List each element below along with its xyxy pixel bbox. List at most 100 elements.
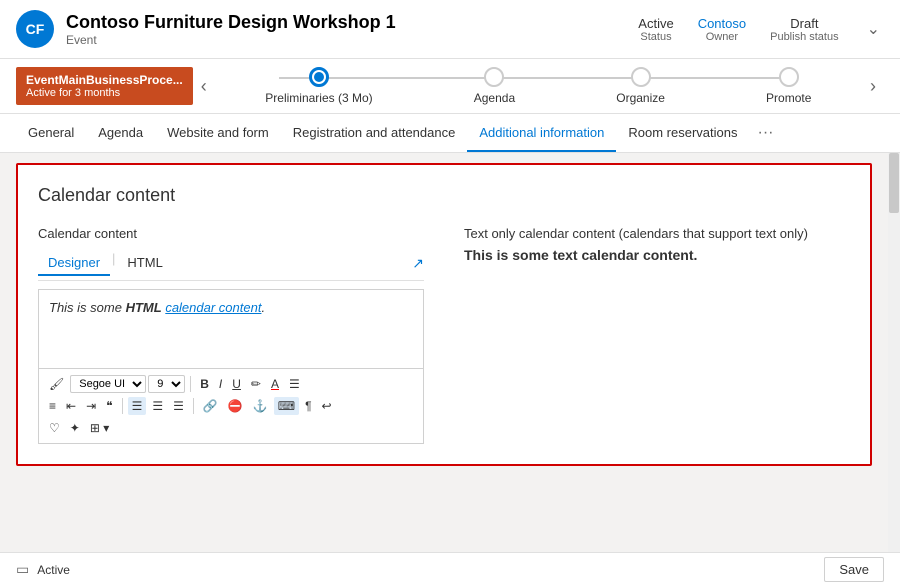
- italic-button[interactable]: I: [215, 375, 226, 393]
- show-blocks-button[interactable]: ¶: [301, 397, 315, 415]
- format-brush-button[interactable]: 🖌: [45, 375, 68, 393]
- font-color-button[interactable]: A: [267, 375, 283, 393]
- clean-format-button[interactable]: ⌨: [274, 397, 299, 415]
- toolbar-row-1: 🖌 Segoe UI 9 B I U ✏ A ☰: [45, 373, 417, 395]
- font-size-select[interactable]: 9: [148, 375, 185, 393]
- owner-meta: Contoso Owner: [698, 16, 746, 43]
- rich-text-editor[interactable]: This is some HTML calendar content.: [38, 289, 424, 369]
- publish-value: Draft: [790, 16, 818, 31]
- stage-label-organize: Organize: [616, 91, 665, 105]
- undo-button[interactable]: ↩: [318, 397, 336, 415]
- owner-label: Owner: [706, 31, 738, 43]
- status-bar: ▭ Active Save: [0, 552, 900, 586]
- card-title: Calendar content: [38, 185, 850, 206]
- tab-website-form[interactable]: Website and form: [155, 115, 281, 152]
- highlight-button[interactable]: ✏: [247, 375, 265, 393]
- decrease-indent-button[interactable]: ⇤: [62, 397, 80, 415]
- header-right: Active Status Contoso Owner Draft Publis…: [638, 15, 884, 43]
- save-button[interactable]: Save: [824, 557, 884, 582]
- status-value: Active: [638, 16, 673, 31]
- rte-toolbar: 🖌 Segoe UI 9 B I U ✏ A ☰: [38, 369, 424, 444]
- header-title: Contoso Furniture Design Workshop 1 Even…: [66, 12, 396, 47]
- more-format-button[interactable]: ☰: [285, 375, 304, 393]
- unordered-list-button[interactable]: ≡: [45, 397, 60, 415]
- unlink-button[interactable]: ⛔: [224, 397, 247, 415]
- editor-tab-html[interactable]: HTML: [117, 251, 172, 276]
- toolbar-sep-2: [122, 398, 123, 414]
- tab-additional-information[interactable]: Additional information: [467, 115, 616, 152]
- tabs-bar: General Agenda Website and form Registra…: [0, 114, 900, 153]
- stage-circle-organize: [631, 67, 651, 87]
- blockquote-button[interactable]: ❝: [102, 397, 116, 415]
- insert-table-button[interactable]: ⊞ ▾: [86, 419, 113, 437]
- editor-content-text: This is some HTML calendar content.: [49, 300, 265, 315]
- tab-general[interactable]: General: [16, 115, 86, 152]
- tab-registration[interactable]: Registration and attendance: [281, 115, 468, 152]
- tab-agenda[interactable]: Agenda: [86, 115, 155, 152]
- tab-room-reservations[interactable]: Room reservations: [616, 115, 749, 152]
- stages-next-button[interactable]: ›: [862, 72, 884, 101]
- align-center-button[interactable]: ☰: [148, 397, 167, 415]
- process-badge: EventMainBusinessProce... Active for 3 m…: [16, 67, 193, 105]
- avatar: CF: [16, 10, 54, 48]
- progress-bar: EventMainBusinessProce... Active for 3 m…: [0, 59, 900, 114]
- header-left: CF Contoso Furniture Design Workshop 1 E…: [16, 10, 396, 48]
- toolbar-row-2: ≡ ⇤ ⇥ ❝ ☰ ☰ ☰ 🔗 ⛔ ⚓ ⌨ ¶ ↩: [45, 395, 417, 417]
- left-section-label: Calendar content: [38, 226, 424, 241]
- editor-content-link[interactable]: calendar content: [165, 300, 261, 315]
- publish-label: Publish status: [770, 31, 838, 43]
- card-right-column: Text only calendar content (calendars th…: [464, 226, 850, 444]
- stage-promote[interactable]: Promote: [766, 67, 811, 105]
- right-section-value: This is some text calendar content.: [464, 247, 850, 263]
- calendar-content-card: Calendar content Calendar content Design…: [16, 163, 872, 466]
- stage-agenda[interactable]: Agenda: [474, 67, 515, 105]
- stage-preliminaries[interactable]: Preliminaries (3 Mo): [265, 67, 372, 105]
- underline-button[interactable]: U: [228, 375, 245, 393]
- expand-icon[interactable]: ↗: [412, 255, 424, 272]
- insert-link-button[interactable]: 🔗: [199, 397, 222, 415]
- align-left-button[interactable]: ☰: [128, 397, 147, 415]
- status-left: ▭ Active: [16, 561, 70, 578]
- increase-indent-button[interactable]: ⇥: [82, 397, 100, 415]
- stage-label-preliminaries: Preliminaries (3 Mo): [265, 91, 372, 105]
- event-subtitle: Event: [66, 33, 396, 47]
- process-badge-title: EventMainBusinessProce...: [26, 73, 183, 87]
- main-content: Calendar content Calendar content Design…: [0, 153, 900, 552]
- align-right-button[interactable]: ☰: [169, 397, 188, 415]
- font-family-select[interactable]: Segoe UI: [70, 375, 146, 393]
- bold-button[interactable]: B: [196, 375, 213, 393]
- subscript-button[interactable]: ✦: [66, 419, 84, 437]
- stage-circle-promote: [779, 67, 799, 87]
- stage-label-promote: Promote: [766, 91, 811, 105]
- editor-tab-separator: |: [110, 251, 117, 276]
- stage-circle-agenda: [484, 67, 504, 87]
- editor-tab-group: Designer | HTML: [38, 251, 173, 276]
- scrollbar-track[interactable]: [888, 153, 900, 552]
- heart-button[interactable]: ♡: [45, 419, 64, 437]
- process-badge-sub: Active for 3 months: [26, 87, 183, 99]
- scrollbar-thumb[interactable]: [889, 153, 899, 213]
- event-title: Contoso Furniture Design Workshop 1: [66, 12, 396, 33]
- right-section-label: Text only calendar content (calendars th…: [464, 226, 850, 241]
- owner-value: Contoso: [698, 16, 746, 31]
- card-left-column: Calendar content Designer | HTML ↗ This …: [38, 226, 424, 444]
- publish-meta: Draft Publish status: [770, 16, 838, 43]
- toolbar-sep-1: [190, 376, 191, 392]
- toolbar-row-3: ♡ ✦ ⊞ ▾: [45, 417, 417, 439]
- card-body: Calendar content Designer | HTML ↗ This …: [38, 226, 850, 444]
- stage-organize[interactable]: Organize: [616, 67, 665, 105]
- toolbar-sep-3: [193, 398, 194, 414]
- header-chevron-button[interactable]: ⌄: [863, 15, 884, 43]
- app-header: CF Contoso Furniture Design Workshop 1 E…: [0, 0, 900, 59]
- header-meta: Active Status Contoso Owner Draft Publis…: [638, 16, 838, 43]
- status-meta: Active Status: [638, 16, 673, 43]
- stage-circle-preliminaries: [309, 67, 329, 87]
- status-icon: ▭: [16, 561, 29, 578]
- editor-tabs: Designer | HTML ↗: [38, 251, 424, 281]
- editor-tab-designer[interactable]: Designer: [38, 251, 110, 276]
- insert-anchor-button[interactable]: ⚓: [249, 397, 272, 415]
- stages-prev-button[interactable]: ‹: [193, 72, 215, 101]
- stages-container: Preliminaries (3 Mo) Agenda Organize Pro…: [215, 67, 862, 105]
- tab-more-button[interactable]: ···: [749, 114, 781, 152]
- status-label: Status: [640, 31, 671, 43]
